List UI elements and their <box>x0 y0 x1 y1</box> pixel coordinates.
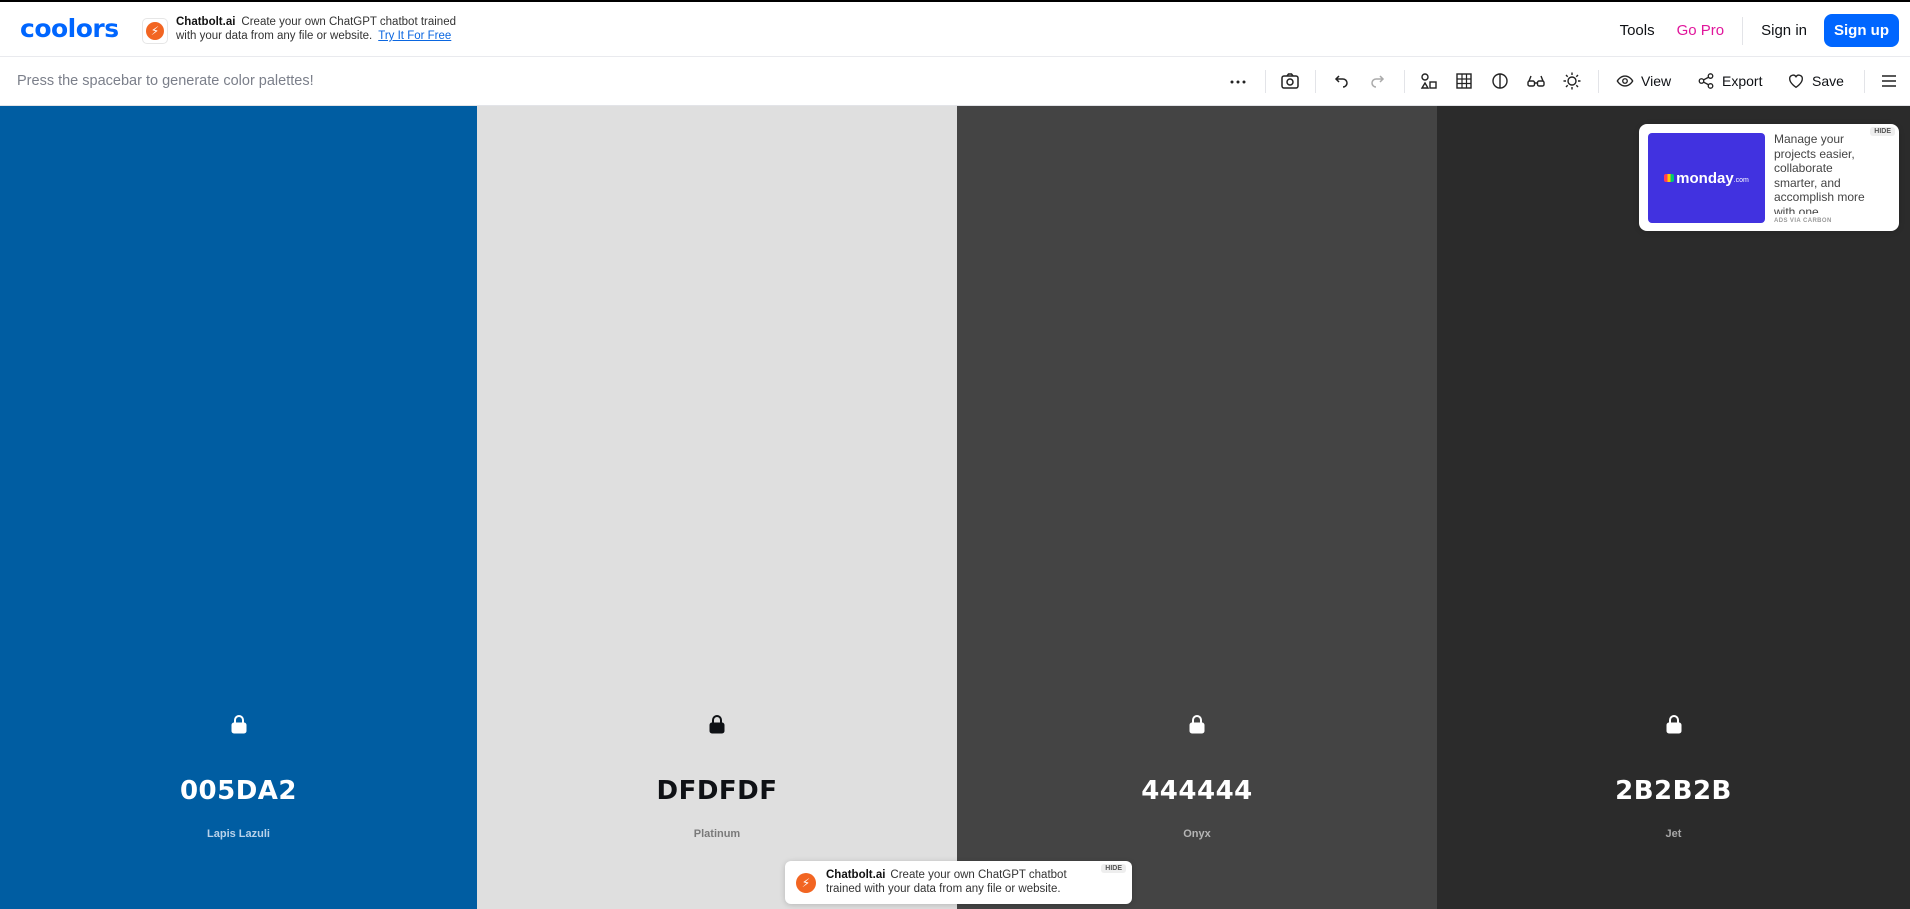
chatbolt-icon: ⚡ <box>796 873 816 893</box>
grid-icon <box>1456 73 1472 89</box>
color-hex[interactable]: 2B2B2B <box>1437 776 1910 806</box>
hide-ad-button[interactable]: HIDE <box>1870 127 1895 136</box>
generator-toolbar: Press the spacebar to generate color pal… <box>0 57 1910 106</box>
bottom-promo-name: Chatbolt.ai <box>826 869 886 881</box>
carbon-ad-text[interactable]: Manage your projects easier, collaborate… <box>1774 132 1866 214</box>
toolbar-divider <box>1315 70 1316 93</box>
lock-icon[interactable] <box>230 714 248 734</box>
header-promo: Chatbolt.ai Create your own ChatGPT chatb… <box>176 15 476 43</box>
menu-button[interactable] <box>1879 69 1899 93</box>
redo-button[interactable] <box>1368 69 1388 93</box>
palette: 005DA2 Lapis Lazuli DFDFDF Platinum 4444… <box>0 106 1910 909</box>
tools-link[interactable]: Tools <box>1609 22 1666 39</box>
carbon-ad[interactable]: monday .com Manage your projects easier, … <box>1639 124 1899 231</box>
sign-in-link[interactable]: Sign in <box>1750 22 1818 39</box>
lock-icon[interactable] <box>1188 714 1206 734</box>
color-name[interactable]: Lapis Lazuli <box>0 828 477 840</box>
brightness-button[interactable] <box>1562 69 1582 93</box>
hamburger-icon <box>1882 75 1896 87</box>
color-column[interactable]: 444444 Onyx <box>957 106 1437 909</box>
color-hex[interactable]: 005DA2 <box>0 776 477 806</box>
color-hex[interactable]: 444444 <box>957 776 1437 806</box>
color-hex[interactable]: DFDFDF <box>477 776 957 806</box>
heart-icon <box>1789 74 1803 89</box>
view-label: View <box>1641 73 1672 89</box>
export-button[interactable]: Export <box>1697 69 1762 93</box>
more-icon <box>1230 80 1246 84</box>
lock-icon[interactable] <box>708 714 726 734</box>
go-pro-link[interactable]: Go Pro <box>1666 22 1736 39</box>
color-name[interactable]: Jet <box>1437 828 1910 840</box>
ads-via-carbon[interactable]: ADS VIA CARBON <box>1774 218 1832 224</box>
monday-ad-image[interactable]: monday .com <box>1648 133 1765 223</box>
monday-logo-icon <box>1664 174 1675 182</box>
glasses-button[interactable] <box>1526 69 1546 93</box>
contrast-button[interactable] <box>1490 69 1510 93</box>
undo-icon <box>1334 75 1348 88</box>
sign-up-button[interactable]: Sign up <box>1824 14 1899 47</box>
eye-icon <box>1616 75 1634 87</box>
camera-icon <box>1281 73 1299 89</box>
bottom-promo[interactable]: ⚡ Chatbolt.ai Create your own ChatGPT cha… <box>785 861 1132 904</box>
glasses-icon <box>1527 75 1545 87</box>
header-nav: Tools Go Pro Sign in Sign up <box>1609 2 1910 59</box>
save-button[interactable]: Save <box>1787 69 1844 93</box>
contrast-icon <box>1492 73 1508 89</box>
color-column[interactable]: 005DA2 Lapis Lazuli <box>0 106 477 909</box>
promo-cta-link[interactable]: Try It For Free <box>378 30 451 42</box>
camera-button[interactable] <box>1280 69 1300 93</box>
color-name[interactable]: Platinum <box>477 828 957 840</box>
promo-name: Chatbolt.ai <box>176 16 236 28</box>
chatbolt-icon[interactable]: ⚡ <box>142 18 168 44</box>
nav-divider <box>1742 16 1744 45</box>
save-label: Save <box>1812 73 1844 89</box>
color-name[interactable]: Onyx <box>957 828 1437 840</box>
toolbar-divider <box>1598 70 1599 93</box>
hide-bottom-ad-button[interactable]: HIDE <box>1101 864 1126 873</box>
lock-icon[interactable] <box>1665 714 1683 734</box>
monday-brand: monday <box>1676 169 1734 187</box>
view-button[interactable]: View <box>1616 69 1671 93</box>
toolbar-divider <box>1864 70 1865 93</box>
top-header: coolors ⚡ Chatbolt.ai Create your own Cha… <box>0 0 1910 57</box>
coolors-logo[interactable]: coolors <box>20 16 119 42</box>
spacebar-hint: Press the spacebar to generate color pal… <box>17 73 314 89</box>
grid-button[interactable] <box>1454 69 1474 93</box>
share-icon <box>1698 73 1714 89</box>
toolbar-divider <box>1265 70 1266 93</box>
toolbar-divider <box>1404 70 1405 93</box>
redo-icon <box>1371 75 1385 88</box>
shapes-button[interactable] <box>1419 69 1439 93</box>
bottom-promo-text: Chatbolt.ai Create your own ChatGPT chatb… <box>826 868 1086 896</box>
shapes-icon <box>1420 73 1437 89</box>
more-options-button[interactable] <box>1228 69 1248 93</box>
undo-button[interactable] <box>1331 69 1351 93</box>
export-label: Export <box>1722 73 1763 89</box>
sun-icon <box>1563 72 1581 90</box>
color-column[interactable]: DFDFDF Platinum <box>477 106 957 909</box>
monday-brand-suffix: .com <box>1733 177 1749 184</box>
